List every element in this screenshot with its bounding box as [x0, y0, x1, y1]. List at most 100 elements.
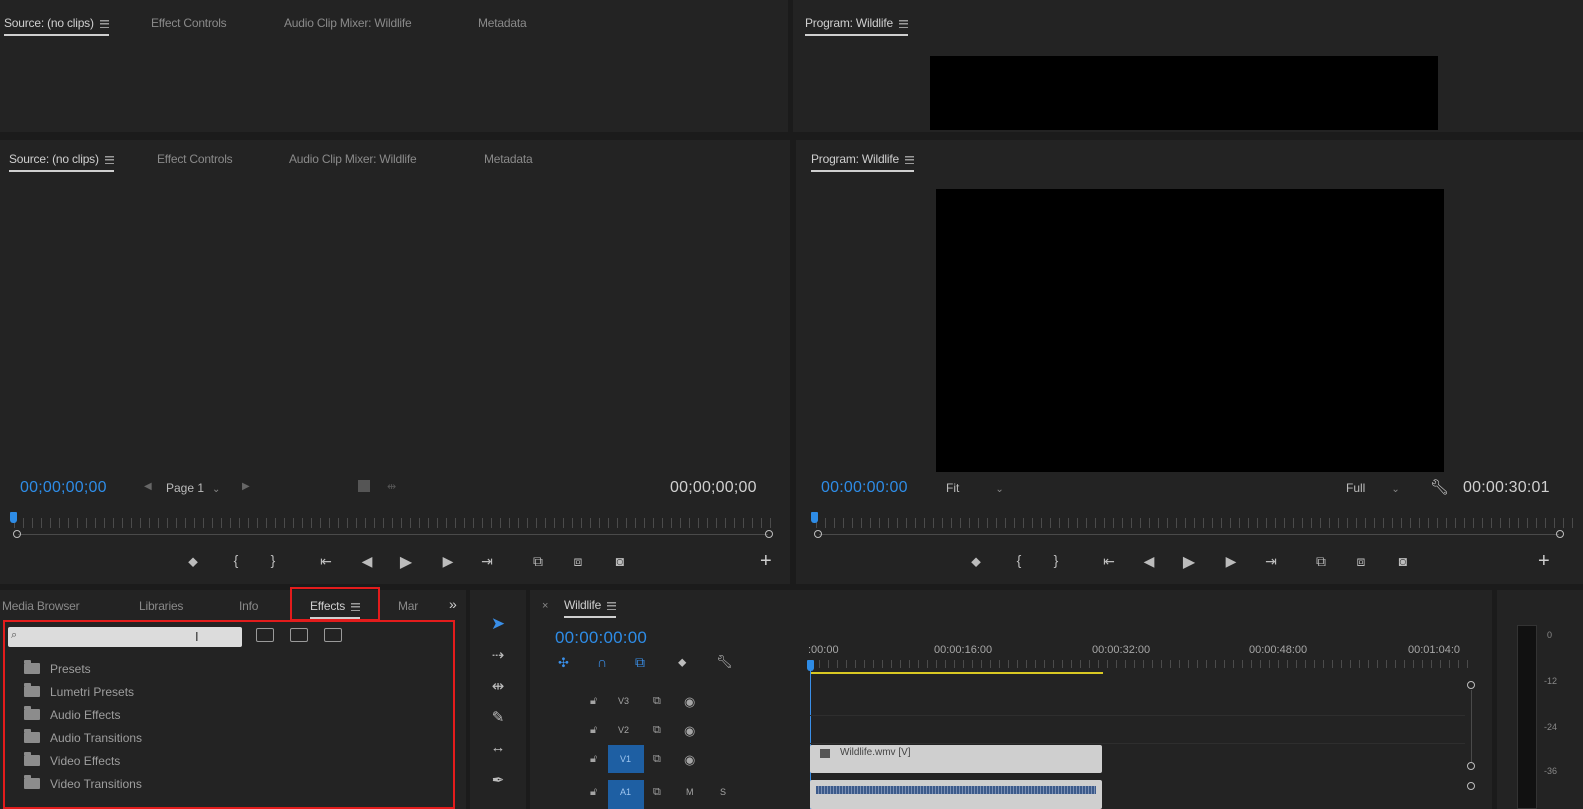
tab-program[interactable]: Program: Wildlife: [811, 152, 914, 172]
video-clip-wildlife[interactable]: Wildlife.wmv [V]: [810, 745, 1102, 773]
play-icon[interactable]: ▶: [1178, 552, 1200, 572]
track-label-v1[interactable]: V1: [620, 754, 631, 764]
panel-menu-icon[interactable]: [99, 19, 109, 28]
timeline-settings-wrench-icon[interactable]: 🔧︎: [716, 654, 733, 670]
lock-icon[interactable]: 🔓︎: [590, 695, 597, 708]
step-back-icon[interactable]: ◀: [1138, 553, 1160, 570]
timeline-vscroll-track[interactable]: [1471, 690, 1472, 762]
sync-lock-icon[interactable]: ⧉: [653, 786, 661, 799]
top-tab-metadata[interactable]: Metadata: [478, 16, 527, 30]
snap-icon[interactable]: ∩: [597, 654, 607, 670]
tab-libraries[interactable]: Libraries: [139, 599, 183, 613]
program-zoom-handle-right[interactable]: [1556, 530, 1564, 538]
pen-tool-icon[interactable]: ✒: [488, 771, 508, 789]
selection-tool-icon[interactable]: ➤: [488, 614, 508, 634]
add-marker-icon[interactable]: ⬥: [678, 655, 686, 670]
nest-toggle-icon[interactable]: ✣: [558, 655, 569, 671]
top-tab-source[interactable]: Source: (no clips): [4, 16, 109, 36]
timeline-vscroll-top[interactable]: [1467, 681, 1475, 689]
source-time-ruler[interactable]: [14, 518, 774, 528]
lock-icon[interactable]: 🔓︎: [590, 724, 597, 737]
button-editor-plus-icon[interactable]: +: [760, 550, 772, 573]
fit-select[interactable]: Fit ⌄: [946, 481, 1006, 495]
mark-out-icon[interactable]: }: [1045, 552, 1067, 568]
quality-select[interactable]: Full ⌄: [1346, 481, 1400, 495]
program-timecode-current[interactable]: 00:00:00:00: [821, 479, 908, 497]
top-tab-audio-mixer[interactable]: Audio Clip Mixer: Wildlife: [284, 16, 412, 30]
export-frame-icon[interactable]: ◙: [1392, 553, 1414, 569]
overwrite-icon[interactable]: ⧈: [567, 553, 589, 570]
ripple-edit-tool-icon[interactable]: ⇹: [488, 677, 508, 695]
lock-icon[interactable]: 🔓︎: [590, 786, 597, 799]
program-playhead[interactable]: [811, 512, 818, 523]
mark-out-icon[interactable]: }: [262, 552, 284, 568]
track-label-a1[interactable]: A1: [620, 787, 631, 797]
sync-lock-icon[interactable]: ⧉: [653, 724, 661, 737]
timeline-time-ruler[interactable]: [810, 660, 1470, 668]
tab-source[interactable]: Source: (no clips): [9, 152, 114, 172]
page-next-icon[interactable]: ▶: [242, 481, 250, 492]
eye-icon[interactable]: ◉: [684, 752, 695, 768]
lift-icon[interactable]: ⧉: [1310, 553, 1332, 570]
tab-media-browser[interactable]: Media Browser: [2, 599, 80, 613]
panel-menu-icon[interactable]: [898, 19, 908, 28]
work-area-bar[interactable]: [810, 672, 1103, 674]
lock-icon[interactable]: 🔓︎: [590, 753, 597, 766]
step-forward-icon[interactable]: ▶: [1220, 553, 1242, 570]
track-select-tool-icon[interactable]: ⇢: [488, 646, 508, 664]
panel-menu-icon[interactable]: [904, 155, 914, 164]
timeline-timecode[interactable]: 00:00:00:00: [555, 628, 647, 648]
go-to-out-icon[interactable]: ⇥: [1260, 553, 1282, 570]
tab-markers[interactable]: Mar: [398, 599, 418, 613]
program-zoom-handle-left[interactable]: [814, 530, 822, 538]
tab-effect-controls[interactable]: Effect Controls: [157, 152, 233, 166]
source-scrollbar[interactable]: [18, 534, 768, 535]
export-frame-icon[interactable]: ◙: [609, 553, 631, 569]
page-select[interactable]: Page 1 ⌄: [166, 481, 220, 495]
top-tab-effect-controls[interactable]: Effect Controls: [151, 16, 227, 30]
program-time-ruler[interactable]: [816, 518, 1576, 528]
program-scrollbar[interactable]: [819, 534, 1559, 535]
track-label-v3[interactable]: V3: [618, 696, 629, 706]
page-prev-icon[interactable]: ◀: [144, 481, 152, 492]
insert-icon[interactable]: ⧉: [527, 553, 549, 570]
mark-in-icon[interactable]: {: [1008, 552, 1030, 568]
tab-metadata[interactable]: Metadata: [484, 152, 533, 166]
wrench-icon[interactable]: 🔧︎: [1430, 478, 1449, 496]
linked-selection-icon[interactable]: ⧉: [635, 654, 645, 671]
more-panels-chevron-icon[interactable]: »: [449, 596, 457, 612]
top-tab-program[interactable]: Program: Wildlife: [805, 16, 908, 36]
panel-menu-icon[interactable]: [104, 155, 114, 164]
play-icon[interactable]: ▶: [395, 552, 417, 572]
step-back-icon[interactable]: ◀: [356, 553, 378, 570]
solo-button[interactable]: S: [720, 787, 726, 797]
track-label-v2[interactable]: V2: [618, 725, 629, 735]
go-to-out-icon[interactable]: ⇥: [476, 553, 498, 570]
source-zoom-handle-right[interactable]: [765, 530, 773, 538]
go-to-in-icon[interactable]: ⇤: [315, 553, 337, 570]
source-zoom-handle-left[interactable]: [13, 530, 21, 538]
tab-audio-clip-mixer[interactable]: Audio Clip Mixer: Wildlife: [289, 152, 417, 166]
tab-sequence[interactable]: Wildlife: [564, 598, 617, 618]
close-icon[interactable]: ×: [542, 600, 548, 612]
slip-tool-icon[interactable]: ↔: [488, 739, 508, 756]
go-to-in-icon[interactable]: ⇤: [1098, 553, 1120, 570]
button-editor-plus-icon[interactable]: +: [1538, 550, 1550, 573]
mark-in-icon[interactable]: {: [225, 552, 247, 568]
sync-lock-icon[interactable]: ⧉: [653, 695, 661, 708]
source-playhead[interactable]: [10, 512, 17, 523]
timeline-vscroll-audio[interactable]: [1467, 782, 1475, 790]
timeline-vscroll-bottom[interactable]: [1467, 762, 1475, 770]
panel-menu-icon[interactable]: [607, 601, 617, 610]
add-marker-icon[interactable]: ⬥: [182, 553, 204, 570]
fit-arrows-icon[interactable]: ⇹: [387, 480, 396, 493]
tab-info[interactable]: Info: [239, 599, 258, 613]
step-forward-icon[interactable]: ▶: [437, 553, 459, 570]
extract-icon[interactable]: ⧈: [1350, 553, 1372, 570]
mute-button[interactable]: M: [686, 787, 694, 797]
eye-icon[interactable]: ◉: [684, 723, 695, 739]
settings-square-icon[interactable]: [358, 480, 370, 492]
source-timecode-current[interactable]: 00;00;00;00: [20, 479, 107, 497]
razor-tool-icon[interactable]: ✎: [488, 708, 508, 726]
eye-icon[interactable]: ◉: [684, 694, 695, 710]
